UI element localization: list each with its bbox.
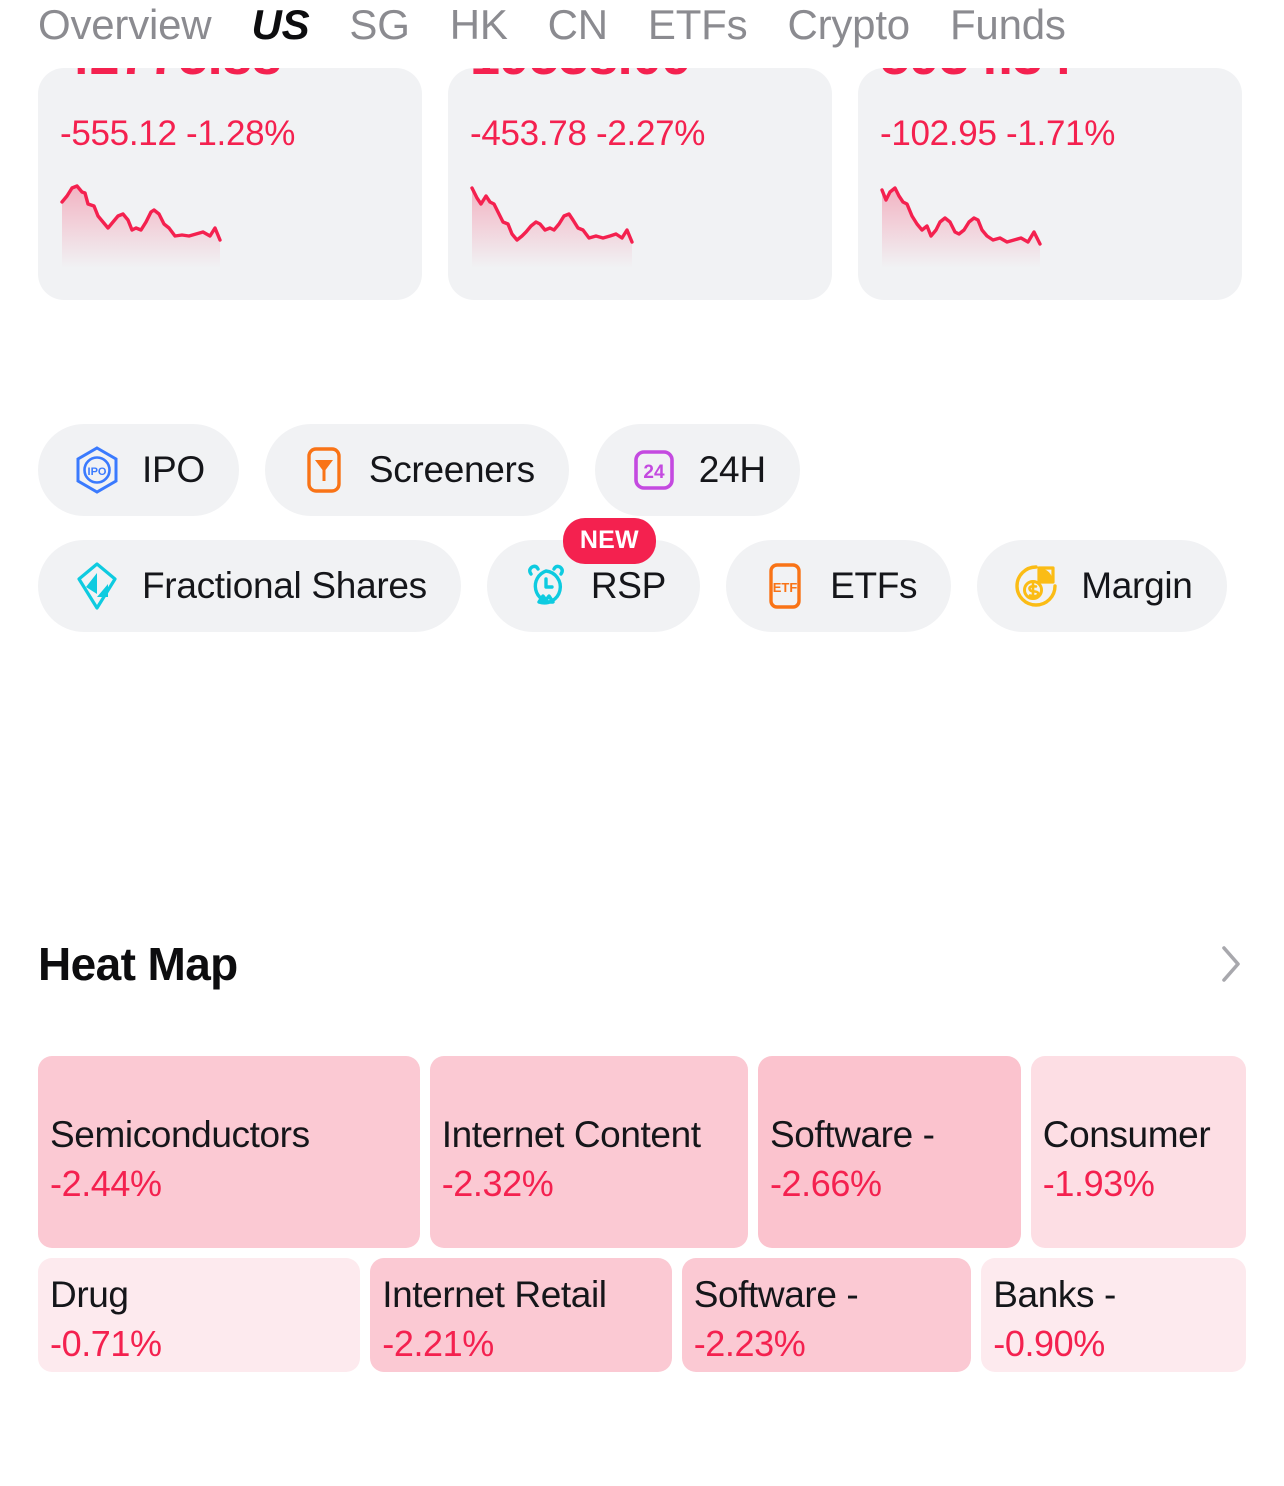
- market-tab-bar: Overview US SG HK CN ETFs Crypto Funds: [0, 0, 1284, 62]
- tile-percent: -2.32%: [441, 1163, 554, 1204]
- svg-text:24: 24: [643, 462, 665, 483]
- alarm-clock-icon: [521, 561, 571, 611]
- index-card[interactable]: 5934.34 -102.95 -1.71%: [858, 68, 1242, 300]
- etf-icon: ETF: [760, 561, 810, 611]
- index-change: -453.78 -2.27%: [470, 114, 706, 153]
- heat-map-tile[interactable]: Semiconductors -2.44%: [38, 1056, 420, 1248]
- tab-sg[interactable]: SG: [349, 0, 409, 60]
- tab-cn[interactable]: CN: [548, 0, 608, 60]
- tab-hk[interactable]: HK: [450, 0, 508, 60]
- heat-map-row: Semiconductors -2.44% Internet Content -…: [38, 1056, 1246, 1248]
- tile-sector-name: Semiconductors: [50, 1114, 310, 1155]
- tab-label: US: [251, 1, 310, 48]
- tab-etfs[interactable]: ETFs: [648, 0, 748, 60]
- quick-action-ipo[interactable]: IPO IPO: [38, 424, 239, 516]
- tile-sector-name: Banks -: [993, 1274, 1116, 1315]
- tile-percent: -2.23%: [693, 1323, 806, 1364]
- heat-map-tile[interactable]: Internet Content -2.32%: [429, 1056, 748, 1248]
- sparkline-chart: [880, 186, 1042, 268]
- tile-percent: -2.21%: [382, 1323, 494, 1364]
- page-title: Heat Map: [38, 938, 238, 990]
- quick-action-etfs[interactable]: ETF ETFs: [726, 540, 952, 632]
- funnel-icon: [299, 445, 349, 495]
- quick-action-label: Fractional Shares: [142, 565, 427, 606]
- tab-label: Overview: [38, 1, 212, 48]
- svg-text:IPO: IPO: [88, 466, 107, 478]
- heat-map-header[interactable]: Heat Map: [38, 934, 1246, 994]
- quick-action-label: Screeners: [368, 449, 535, 490]
- index-change: -555.12 -1.28%: [60, 114, 296, 153]
- heat-map-row: Drug -0.71% Internet Retail -2.21% Softw…: [38, 1258, 1247, 1372]
- quick-action-label: IPO: [142, 449, 205, 490]
- index-change: -102.95 -1.71%: [880, 114, 1116, 153]
- tab-label: Funds: [949, 1, 1066, 48]
- tab-label: CN: [547, 1, 608, 48]
- quick-action-label: 24H: [698, 449, 766, 490]
- new-badge: NEW: [562, 518, 656, 564]
- twentyfour-hour-icon: 24: [629, 445, 679, 495]
- quick-action-margin[interactable]: Margin: [977, 540, 1227, 632]
- tile-percent: -0.71%: [50, 1323, 162, 1364]
- tile-sector-name: Internet Retail: [382, 1274, 607, 1315]
- margin-pie-icon: [1011, 561, 1061, 611]
- index-card[interactable]: 19538.09 -453.78 -2.27%: [448, 68, 832, 300]
- tab-funds[interactable]: Funds: [950, 0, 1066, 60]
- heat-map-tile[interactable]: Software - -2.66%: [757, 1056, 1021, 1248]
- tile-sector-name: Drug: [50, 1274, 129, 1315]
- tile-percent: -1.93%: [1042, 1163, 1155, 1204]
- index-value: 5934.34: [880, 68, 1072, 88]
- quick-action-rsp[interactable]: NEW RSP: [486, 518, 701, 632]
- tab-label: SG: [349, 1, 410, 48]
- tab-overview[interactable]: Overview: [38, 0, 212, 60]
- quick-action-list: IPO IPO Screeners 24 24H Fractional Shar…: [38, 424, 1246, 632]
- heat-map-tile[interactable]: Consumer -1.93%: [1030, 1056, 1246, 1248]
- tile-sector-name: Internet Content: [441, 1114, 701, 1155]
- quick-action-fractional-shares[interactable]: Fractional Shares: [38, 540, 461, 632]
- tile-percent: -2.66%: [769, 1163, 882, 1204]
- tile-sector-name: Software -: [769, 1114, 935, 1155]
- tile-percent: -0.90%: [993, 1323, 1105, 1364]
- heat-map-tile[interactable]: Drug -0.71%: [38, 1258, 361, 1372]
- tab-label: ETFs: [647, 1, 748, 48]
- markets-screen: Overview US SG HK CN ETFs Crypto Funds 4…: [0, 0, 1284, 1486]
- heat-map-tile[interactable]: Internet Retail -2.21%: [370, 1258, 672, 1372]
- quick-action-label: ETFs: [830, 565, 918, 606]
- quick-action-screeners[interactable]: Screeners: [264, 424, 569, 516]
- index-card-list: 42775.88 -555.12 -1.28% 19538.09 -453.78…: [38, 68, 1242, 300]
- sparkline-chart: [60, 184, 222, 268]
- sparkline-chart: [470, 186, 634, 268]
- heat-map-tile[interactable]: Banks - -0.90%: [981, 1258, 1247, 1372]
- ipo-icon: IPO: [72, 445, 122, 495]
- tile-sector-name: Software -: [693, 1274, 859, 1315]
- heat-map-grid: Semiconductors -2.44% Internet Content -…: [38, 1056, 1247, 1382]
- tile-percent: -2.44%: [50, 1163, 162, 1204]
- fractional-shares-icon: [72, 561, 122, 611]
- quick-action-label: Margin: [1081, 565, 1193, 606]
- tile-sector-name: Consumer: [1042, 1114, 1211, 1155]
- svg-text:ETF: ETF: [773, 580, 798, 595]
- index-value: 19538.09: [470, 68, 692, 88]
- chevron-right-icon[interactable]: [1216, 942, 1246, 986]
- tab-crypto[interactable]: Crypto: [787, 0, 910, 60]
- tab-us[interactable]: US: [251, 0, 318, 60]
- quick-action-label: RSP: [590, 565, 667, 606]
- index-value: 42775.88: [60, 68, 282, 88]
- heat-map-tile[interactable]: Software - -2.23%: [681, 1258, 972, 1372]
- tab-label: HK: [449, 1, 508, 48]
- tab-label: Crypto: [787, 1, 910, 48]
- quick-action-24h[interactable]: 24 24H: [594, 424, 800, 516]
- index-card[interactable]: 42775.88 -555.12 -1.28%: [38, 68, 422, 300]
